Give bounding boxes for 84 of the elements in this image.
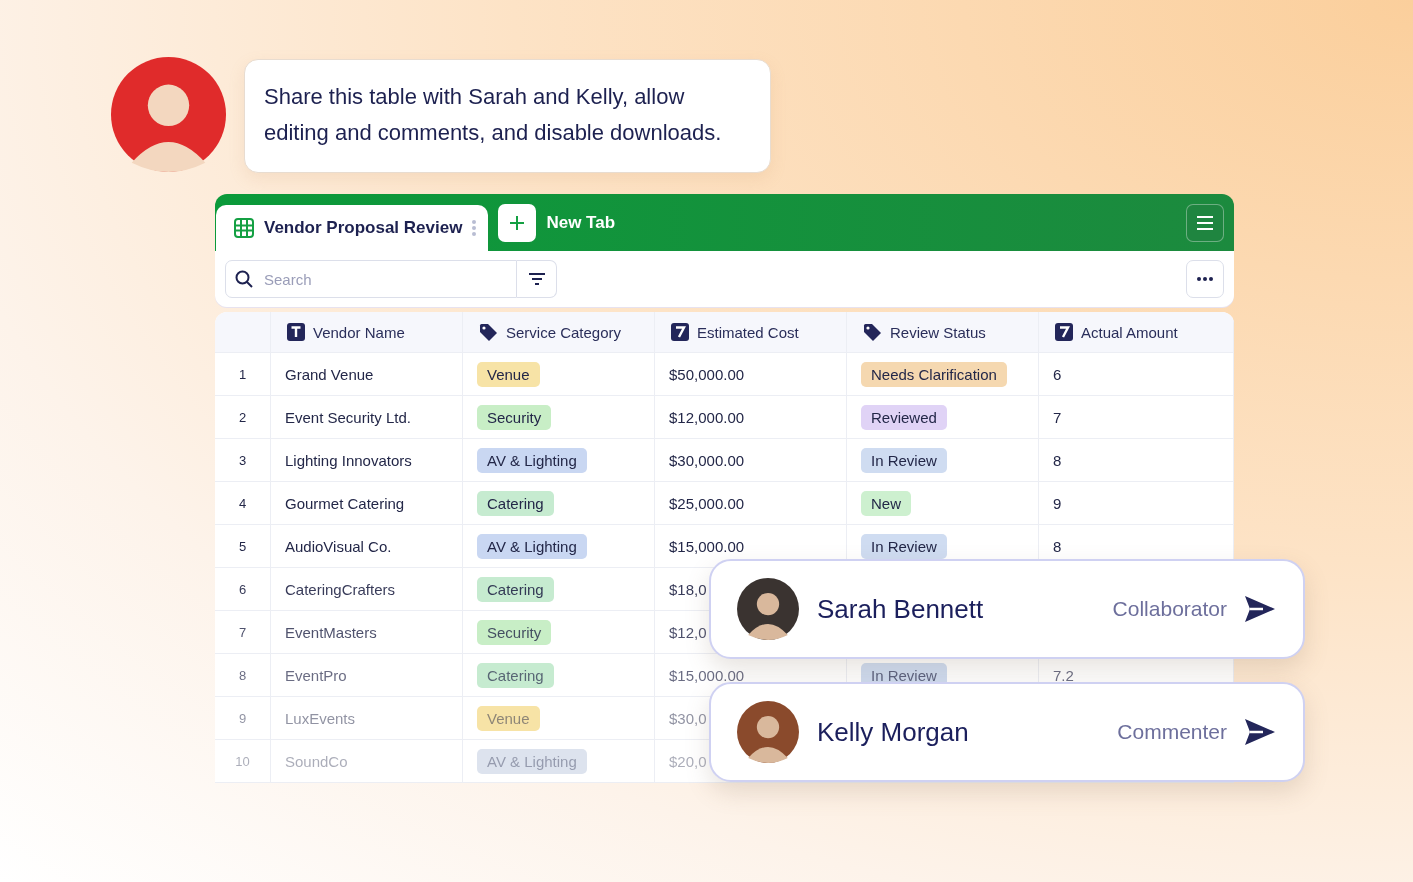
category-tag: Venue [477,361,540,387]
table-cell: 9 [1053,494,1062,512]
avatar-icon [737,701,799,763]
row-number: 5 [238,538,247,554]
search-field[interactable]: Search [225,260,517,298]
filter-icon [528,273,545,285]
status-tag: New [861,490,911,516]
table-cell: $30,000.00 [669,451,745,469]
category-tag: AV & Lighting [477,447,587,473]
table-cell: $15,000.00 [669,537,745,555]
column-header: Service Category [506,323,622,341]
category-tag: Catering [477,662,554,688]
status-tag: Reviewed [861,404,947,430]
column-header: Estimated Cost [697,323,799,341]
table-cell: $30,0 [669,709,707,727]
table-cell: $12,0 [669,623,707,641]
category-tag: AV & Lighting [477,748,587,774]
row-number: 4 [238,495,247,511]
plus-icon [510,216,525,230]
more-button[interactable] [1186,260,1224,298]
table-cell: EventMasters [285,623,377,641]
role-label[interactable]: Collaborator [1112,597,1227,621]
more-icon [1197,277,1213,281]
table-cell: 6 [1053,365,1062,383]
number-type-icon [1055,323,1073,341]
text-type-icon [287,323,305,341]
table-cell: 7.2 [1053,666,1074,684]
table-cell: 8 [1053,537,1062,555]
row-number: 2 [238,409,247,425]
table-cell: 8 [1053,451,1062,469]
table-cell: Lighting Innovators [285,451,412,469]
row-number: 6 [238,581,247,597]
table-cell: CateringCrafters [285,580,396,598]
status-tag: In Review [861,447,947,473]
send-button[interactable] [1245,719,1275,745]
role-label[interactable]: Commenter [1117,720,1227,744]
column-header: Vendor Name [313,323,405,341]
category-tag: Security [477,619,552,645]
send-icon [1245,719,1275,745]
person-name: Kelly Morgan [817,716,969,748]
table-cell: LuxEvents [285,709,356,727]
table-cell: $20,0 [669,752,707,770]
table-cell: Grand Venue [285,365,374,383]
menu-button[interactable] [1186,204,1224,242]
tag-icon [863,322,882,342]
send-icon [1245,596,1275,622]
table-cell: AudioVisual Co. [285,537,392,555]
row-number: 3 [238,452,247,468]
filter-button[interactable] [517,260,557,298]
row-number: 9 [238,710,247,726]
table-icon [234,218,254,238]
avatar-icon [737,578,799,640]
table-cell: $25,000.00 [669,494,745,512]
table-cell: 7 [1053,408,1062,426]
tag-icon [479,322,498,342]
table-cell: SoundCo [285,752,348,770]
menu-icon [1197,216,1213,230]
row-number: 8 [238,667,247,683]
row-number: 7 [238,624,247,640]
table-cell: $50,000.00 [669,365,745,383]
table-cell: Gourmet Catering [285,494,405,512]
category-tag: AV & Lighting [477,533,587,559]
new-tab-button[interactable]: New Tab [498,204,616,242]
column-header: Review Status [890,323,986,341]
category-tag: Catering [477,490,554,516]
table-cell: $12,000.00 [669,408,745,426]
status-tag: In Review [861,533,947,559]
column-header: Actual Amount [1081,323,1178,341]
table-cell: $18,0 [669,580,707,598]
table-cell: Event Security Ltd. [285,408,411,426]
person-name: Sarah Bennett [817,593,984,625]
row-number: 10 [235,753,250,769]
chat-message: Share this table with Sarah and Kelly, allow editing and comments, and disable downloads. [244,59,771,173]
category-tag: Venue [477,705,540,731]
row-number: 1 [238,366,247,382]
status-tag: Needs Clarification [861,361,1007,387]
table-cell: EventPro [285,666,347,684]
sheet-tab[interactable]: Vendor Proposal Review [216,205,489,251]
category-tag: Catering [477,576,554,602]
table-cell: $15,000.00 [669,666,745,684]
send-button[interactable] [1245,596,1275,622]
category-tag: Security [477,404,552,430]
number-type-icon [671,323,689,341]
drag-handle-icon [472,220,477,236]
